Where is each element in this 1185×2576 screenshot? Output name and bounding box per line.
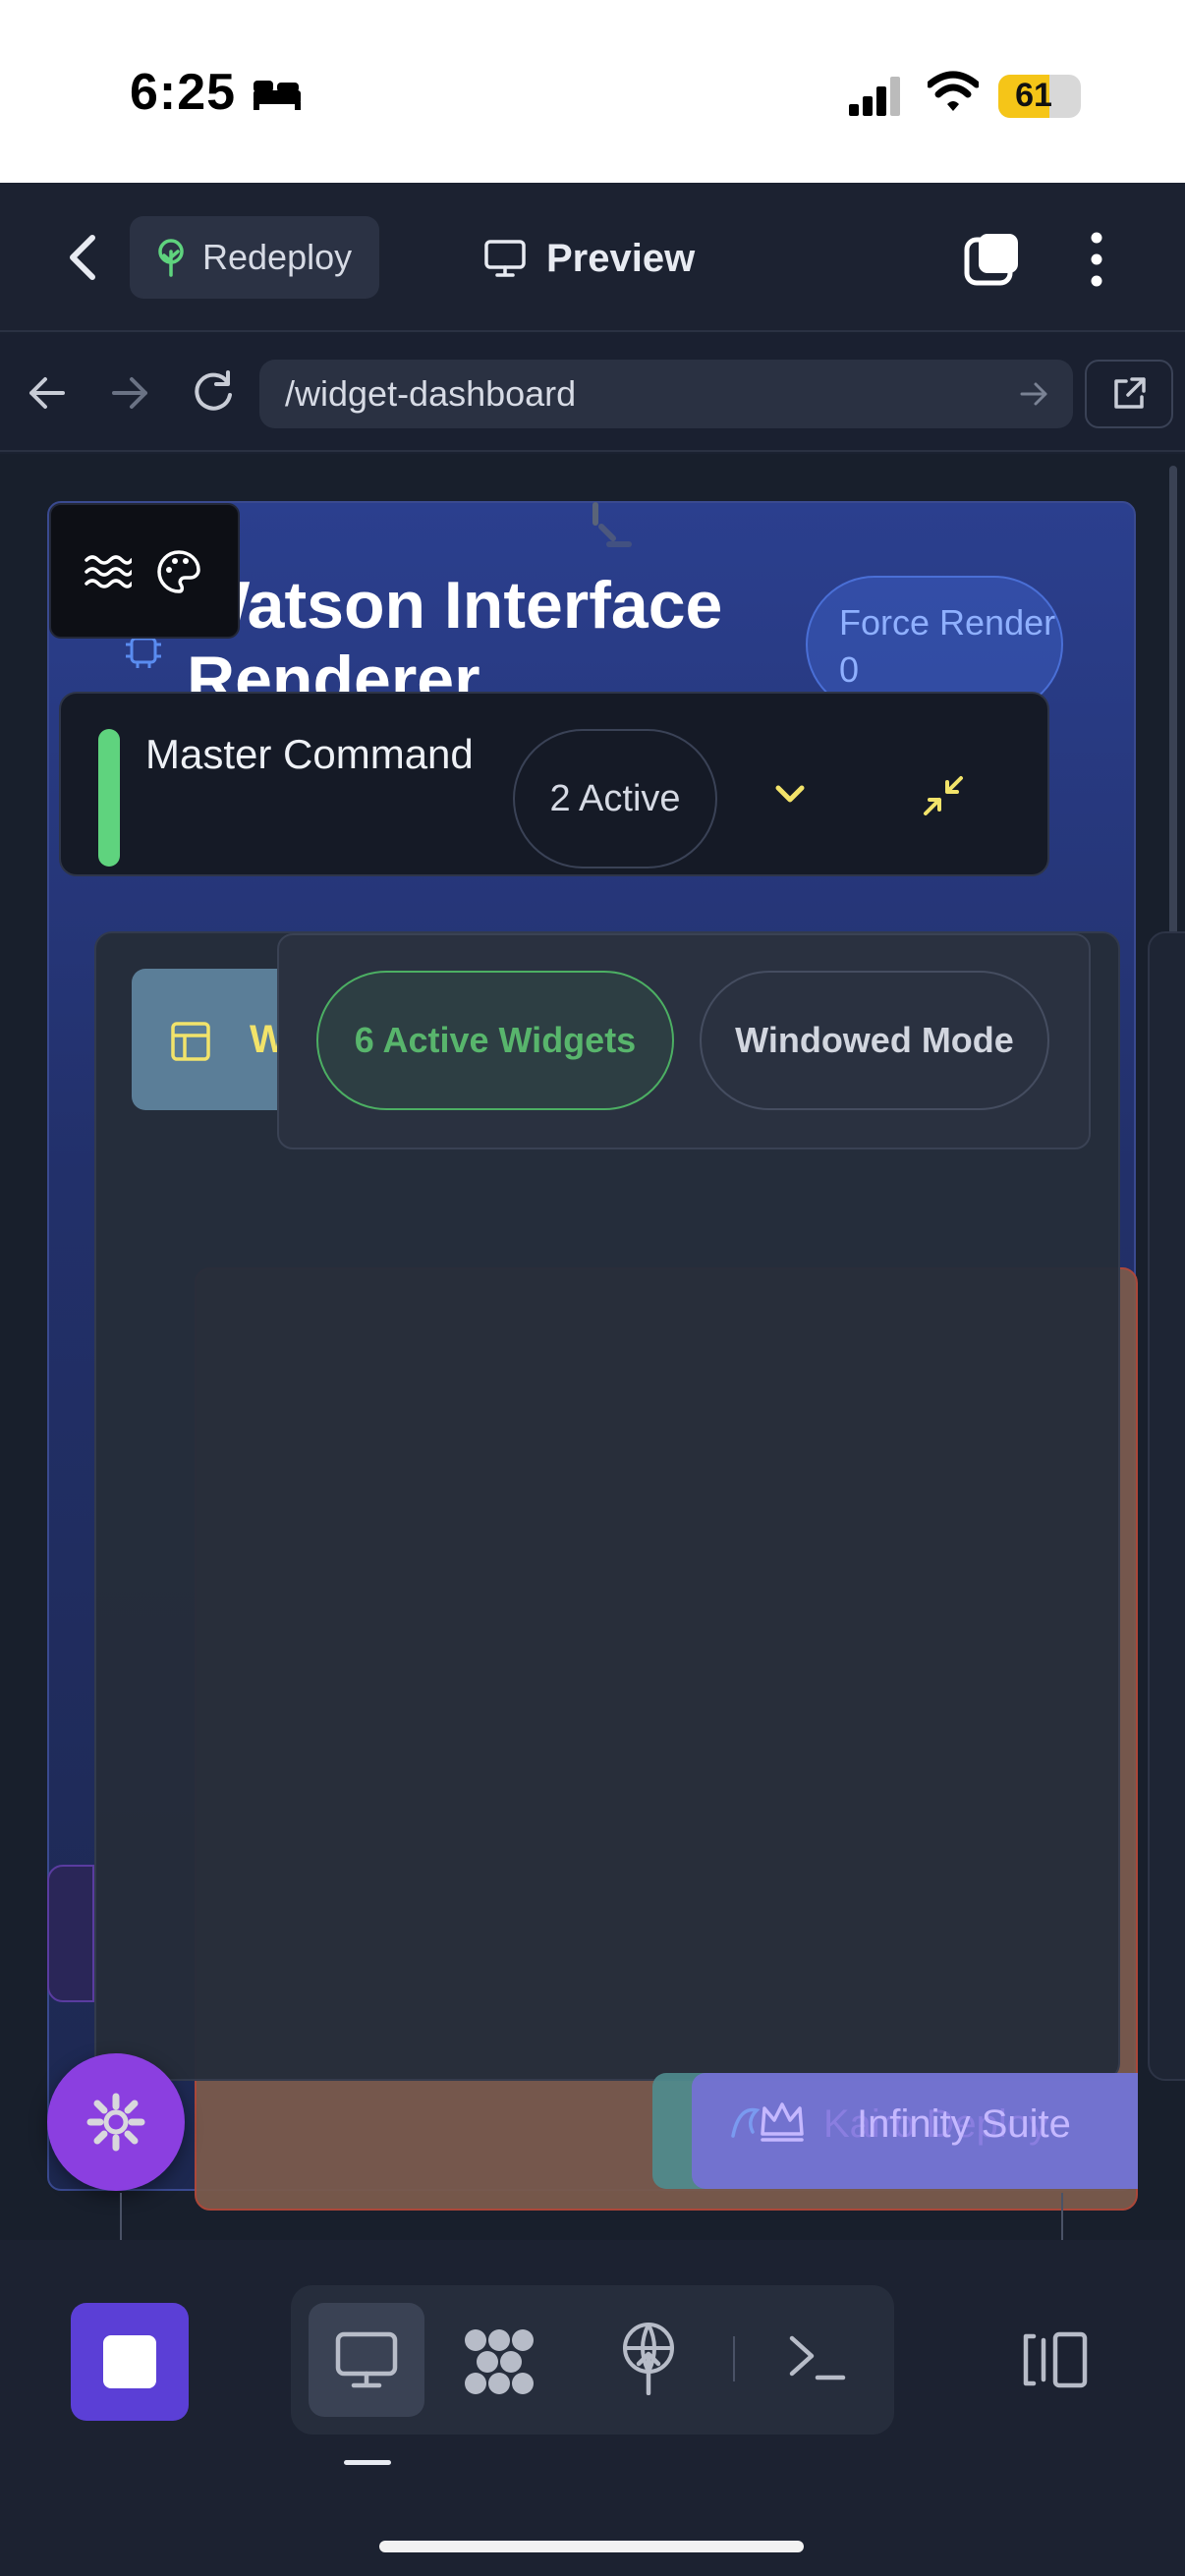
tab-terminal-icon[interactable] bbox=[786, 2330, 849, 2385]
theme-controls bbox=[49, 503, 240, 639]
palette-icon[interactable] bbox=[155, 548, 202, 595]
loading-spinner-icon bbox=[592, 502, 632, 547]
back-button[interactable] bbox=[59, 228, 108, 287]
side-panel-toggle-icon[interactable] bbox=[1020, 2330, 1091, 2389]
status-time: 6:25 bbox=[130, 64, 237, 121]
monitor-icon bbox=[335, 2331, 398, 2388]
url-input[interactable]: /widget-dashboard bbox=[259, 360, 1073, 428]
master-command-label: Master Command bbox=[145, 731, 474, 777]
active-tab-indicator bbox=[344, 2460, 391, 2465]
side-panel-edge bbox=[1148, 931, 1185, 2081]
url-text: /widget-dashboard bbox=[285, 373, 577, 414]
divider bbox=[120, 2193, 122, 2242]
tab-deploy-icon[interactable] bbox=[617, 2321, 680, 2395]
divider bbox=[733, 2336, 735, 2381]
waves-icon[interactable] bbox=[85, 552, 132, 591]
more-options-icon[interactable] bbox=[1077, 228, 1116, 291]
suite-label: Infinity Suite bbox=[857, 2102, 1071, 2146]
bed-icon bbox=[254, 81, 301, 110]
side-widget-edge bbox=[47, 1865, 94, 2002]
active-count-badge[interactable]: 2 Active bbox=[513, 729, 717, 868]
home-indicator[interactable] bbox=[379, 2541, 804, 2552]
divider bbox=[1061, 2193, 1063, 2242]
open-external-button[interactable] bbox=[1085, 360, 1173, 428]
monitor-icon bbox=[484, 240, 526, 277]
nav-back-icon[interactable] bbox=[24, 371, 71, 415]
crown-icon bbox=[731, 2102, 804, 2142]
signal-icon bbox=[849, 77, 900, 116]
tree-icon bbox=[158, 239, 184, 277]
chevron-down-icon[interactable] bbox=[772, 782, 808, 808]
redeploy-button[interactable]: Redeploy bbox=[130, 216, 379, 299]
active-widgets-badge[interactable]: 6 Active Widgets bbox=[316, 971, 674, 1110]
site-title: Watson Interface Renderer bbox=[187, 568, 723, 707]
stop-icon bbox=[103, 2335, 156, 2388]
tab-components-icon[interactable] bbox=[462, 2326, 536, 2397]
layout-icon bbox=[171, 1022, 210, 1061]
redeploy-label: Redeploy bbox=[202, 237, 353, 277]
tab-desktop-preview[interactable] bbox=[309, 2303, 424, 2417]
stop-button[interactable] bbox=[71, 2303, 189, 2421]
battery-percent: 61 bbox=[1015, 77, 1052, 114]
minimize-icon[interactable] bbox=[920, 772, 967, 819]
gear-icon bbox=[86, 2093, 145, 2152]
wifi-icon bbox=[928, 71, 979, 111]
preview-toggle[interactable]: Preview bbox=[483, 224, 695, 293]
nav-forward-icon[interactable] bbox=[106, 371, 153, 415]
status-indicator-bar bbox=[98, 729, 120, 867]
settings-fab[interactable] bbox=[47, 2053, 185, 2191]
reload-icon[interactable] bbox=[189, 367, 238, 417]
external-link-icon bbox=[1114, 377, 1146, 409]
preview-label: Preview bbox=[546, 236, 696, 280]
tabs-icon[interactable] bbox=[963, 230, 1022, 289]
windowed-mode-button[interactable]: Windowed Mode bbox=[700, 971, 1049, 1110]
go-arrow-icon[interactable] bbox=[1018, 379, 1051, 409]
